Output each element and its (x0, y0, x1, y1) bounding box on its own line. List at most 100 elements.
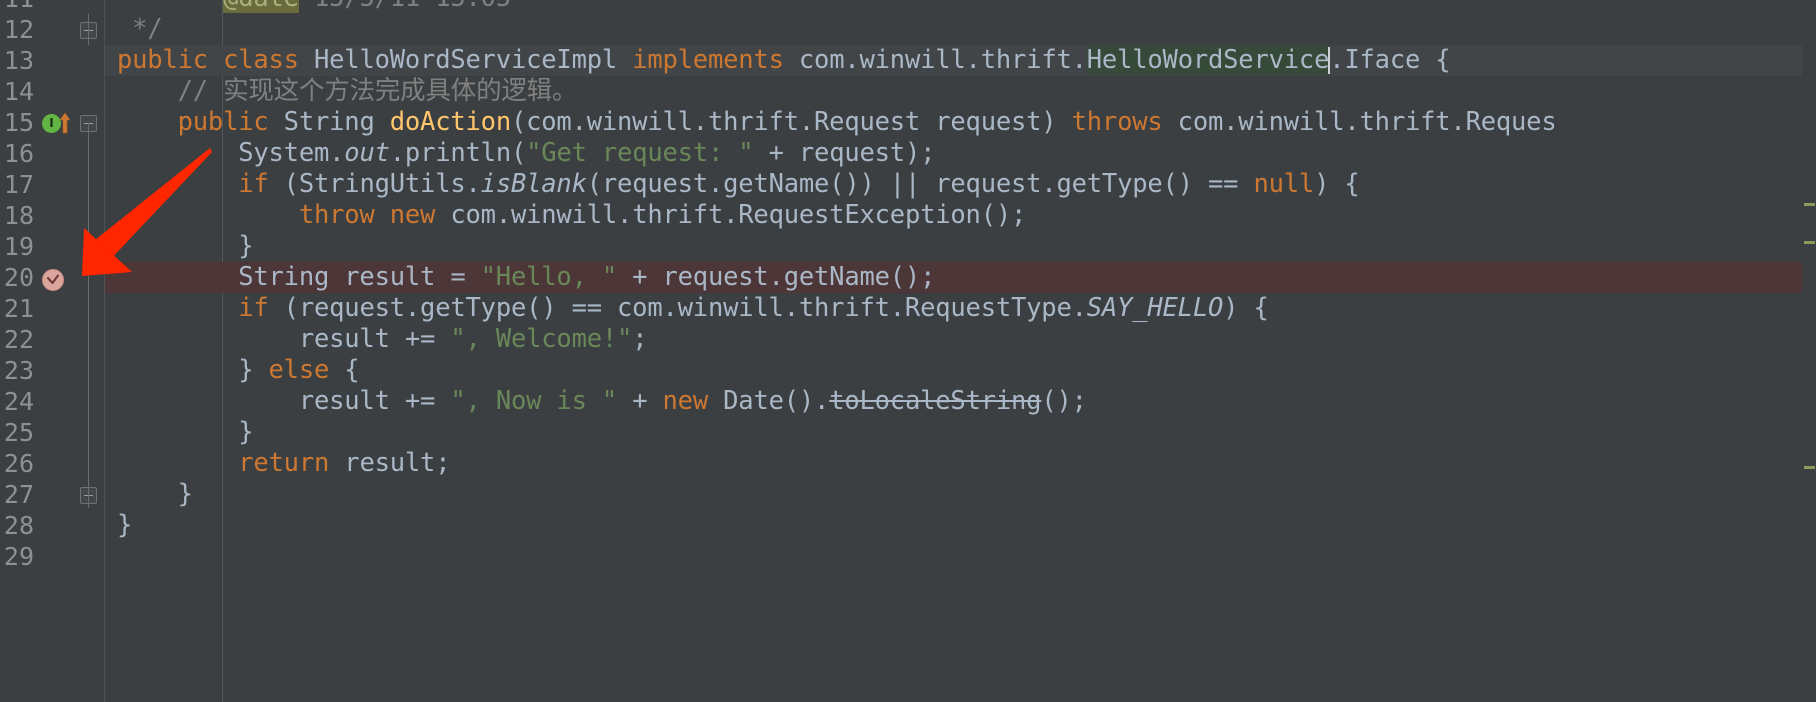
code-token: else (268, 355, 330, 385)
line-number: 16 (3, 139, 34, 168)
code-token: SAY_HELLO (1086, 293, 1224, 323)
javadoc-tag: @date (223, 0, 299, 13)
gutter-row[interactable]: 11 (0, 0, 104, 14)
checkmark-icon (46, 274, 60, 285)
code-line[interactable]: System.out.println("Get request: " + req… (105, 138, 1816, 169)
code-line[interactable]: * @date 15/5/11 15:05 (105, 0, 1816, 14)
implementing-method-icon[interactable]: I (42, 111, 71, 135)
code-token: { (329, 355, 360, 385)
code-line[interactable] (105, 541, 1816, 572)
code-line[interactable]: */ (105, 14, 1816, 45)
code-token: "Get request: " (526, 138, 754, 168)
code-token: (StringUtils. (268, 169, 481, 199)
code-token: "Hello, " (480, 262, 618, 292)
code-line[interactable]: public class HelloWordServiceImpl implem… (105, 45, 1816, 76)
code-token: public (117, 45, 208, 75)
code-token: HelloWordServiceImpl (298, 45, 633, 75)
code-token: class (223, 45, 299, 75)
code-token: .Iface { (1329, 45, 1451, 75)
line-number: 29 (3, 542, 34, 571)
code-line[interactable]: result += ", Welcome!"; (105, 324, 1816, 355)
code-line[interactable]: // 实现这个方法完成具体的逻辑。 (105, 76, 1816, 107)
gutter-row[interactable]: 29 (0, 541, 104, 572)
code-area[interactable]: * @date 15/5/11 15:05 */public class Hel… (104, 0, 1816, 702)
code-token: + request); (753, 138, 936, 168)
gutter-row[interactable]: 13 (0, 45, 104, 76)
code-token: } (117, 417, 254, 447)
line-number: 11 (0, 0, 34, 14)
gutter-row[interactable]: 14 (0, 76, 104, 107)
code-token: (com.winwill.thrift.Request request) (510, 107, 1072, 137)
code-line[interactable]: } (105, 417, 1816, 448)
code-token: ", Now is " (450, 386, 618, 416)
line-number: 28 (3, 511, 34, 540)
code-line[interactable]: } (105, 510, 1816, 541)
line-number: 19 (3, 232, 34, 261)
code-token: } (117, 355, 269, 385)
line-number: 18 (3, 201, 34, 230)
code-token: com.winwill.thrift.Reques (1162, 107, 1557, 137)
code-line[interactable]: public String doAction(com.winwill.thrif… (105, 107, 1816, 138)
line-number: 17 (3, 170, 34, 199)
editor-gutter[interactable]: 1112131415 I 1617181920212223242526272829 (0, 0, 104, 702)
code-token: } (117, 510, 133, 540)
code-token: new (662, 386, 709, 416)
code-token: System. (117, 138, 345, 168)
breakpoint-circle-icon[interactable] (42, 269, 64, 291)
line-number: 15 (3, 108, 34, 137)
error-stripe-gutter[interactable] (1802, 0, 1816, 702)
code-line[interactable]: return result; (105, 448, 1816, 479)
code-token: String (268, 107, 390, 137)
code-token: Date(). (707, 386, 830, 416)
code-line[interactable]: throw new com.winwill.thrift.RequestExce… (105, 200, 1816, 231)
code-line[interactable]: String result = "Hello, " + request.getN… (105, 262, 1816, 293)
line-number: 22 (3, 325, 34, 354)
code-token: + (617, 386, 663, 416)
code-token: 15/5/11 15:05 (299, 0, 511, 13)
fold-guide-line (88, 123, 89, 508)
breakpoint-verified-icon[interactable] (42, 266, 66, 291)
code-token: result += (117, 386, 451, 416)
code-token: HelloWordService (1086, 45, 1330, 75)
line-number: 25 (3, 418, 34, 447)
code-token: if (238, 169, 269, 199)
code-token: ) { (1223, 293, 1269, 323)
code-token: (request.getType() == com.winwill.thrift… (268, 293, 1087, 323)
code-line[interactable]: if (request.getType() == com.winwill.thr… (105, 293, 1816, 324)
error-stripe-mark[interactable] (1804, 466, 1815, 469)
line-number: 27 (3, 480, 34, 509)
code-line[interactable]: result += ", Now is " + new Date().toLoc… (105, 386, 1816, 417)
code-token: .println( (389, 138, 527, 168)
line-number: 12 (3, 15, 34, 44)
code-token: com.winwill.thrift.RequestException(); (435, 200, 1027, 230)
code-token: (request.getName()) || request.getType()… (586, 169, 1254, 199)
code-token: ) { (1314, 169, 1360, 199)
line-number: 14 (3, 77, 34, 106)
error-stripe-mark[interactable] (1804, 203, 1815, 206)
code-line[interactable]: if (StringUtils.isBlank(request.getName(… (105, 169, 1816, 200)
code-token: throw (298, 200, 375, 230)
code-token: implements (632, 45, 784, 75)
overriding-up-arrow-icon[interactable] (59, 112, 71, 134)
code-line[interactable]: } (105, 479, 1816, 510)
code-token: * (117, 0, 223, 13)
code-token: isBlank (480, 169, 587, 199)
fold-guide-line (88, 14, 89, 45)
code-token: com.winwill.thrift. (783, 45, 1087, 75)
code-editor[interactable]: 1112131415I1617181920212223242526272829 … (0, 0, 1816, 702)
code-line[interactable]: } else { (105, 355, 1816, 386)
code-token: (); (1041, 386, 1087, 416)
gutter-row[interactable]: 28 (0, 510, 104, 541)
code-token: ", Welcome!" (450, 324, 633, 354)
code-token: out (344, 138, 390, 168)
code-line[interactable]: } (105, 231, 1816, 262)
code-token: } (117, 479, 193, 509)
error-stripe-mark[interactable] (1804, 241, 1815, 244)
code-token: public (177, 107, 269, 137)
code-token: result; (329, 448, 451, 478)
code-token: if (238, 293, 269, 323)
